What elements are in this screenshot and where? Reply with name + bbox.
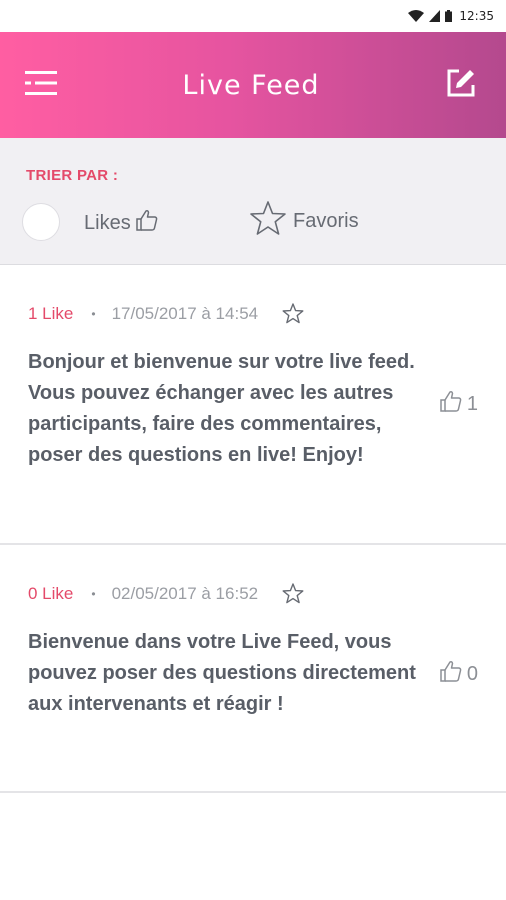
star-icon [282,583,304,604]
compose-button[interactable] [444,68,478,102]
post-date: 02/05/2017 à 16:52 [111,583,259,603]
post-text: Bonjour et bienvenue sur votre live feed… [28,351,415,466]
like-count: 0 [466,662,478,685]
thumbs-up-icon [135,209,159,237]
feed-post: 0 Like • 02/05/2017 à 16:52 Bienvenue da… [0,545,506,793]
status-bar: 12:35 [0,0,506,32]
like-count: 1 [466,392,478,415]
favorite-button[interactable] [282,583,304,604]
like-button[interactable]: 0 [439,660,478,688]
post-likes-label: 0 Like [28,583,74,603]
sort-radio[interactable] [22,203,60,241]
status-time: 12:35 [459,9,494,23]
wifi-icon [408,10,425,22]
post-meta: 1 Like • 17/05/2017 à 14:54 [28,303,304,324]
star-icon [249,200,287,242]
page-title: Live Feed [182,69,320,101]
menu-icon [25,70,57,100]
post-text: Bienvenue dans votre Live Feed, vous pou… [28,631,416,715]
thumbs-up-icon [439,390,463,418]
sort-panel: TRIER PAR : Likes Favoris [0,138,506,265]
favorite-button[interactable] [282,303,304,324]
post-meta: 0 Like • 02/05/2017 à 16:52 [28,583,304,604]
sort-favorites-label: Favoris [293,209,359,232]
sort-by-likes[interactable]: Likes [84,209,159,237]
separator-dot: • [91,306,96,321]
post-date: 17/05/2017 à 14:54 [111,303,259,323]
app-bar: Live Feed [0,32,506,138]
thumbs-up-icon [439,660,463,688]
star-icon [282,303,304,324]
sort-by-favorites[interactable]: Favoris [249,200,359,242]
battery-icon [445,10,453,22]
sort-label: TRIER PAR : [26,167,119,184]
feed-post: 1 Like • 17/05/2017 à 14:54 Bonjour et b… [0,265,506,545]
edit-icon [446,68,476,103]
like-button[interactable]: 1 [439,390,478,418]
signal-icon [429,10,441,22]
sort-likes-label: Likes [84,211,131,234]
post-likes-label: 1 Like [28,303,74,323]
separator-dot: • [91,586,96,601]
menu-button[interactable] [24,68,58,102]
